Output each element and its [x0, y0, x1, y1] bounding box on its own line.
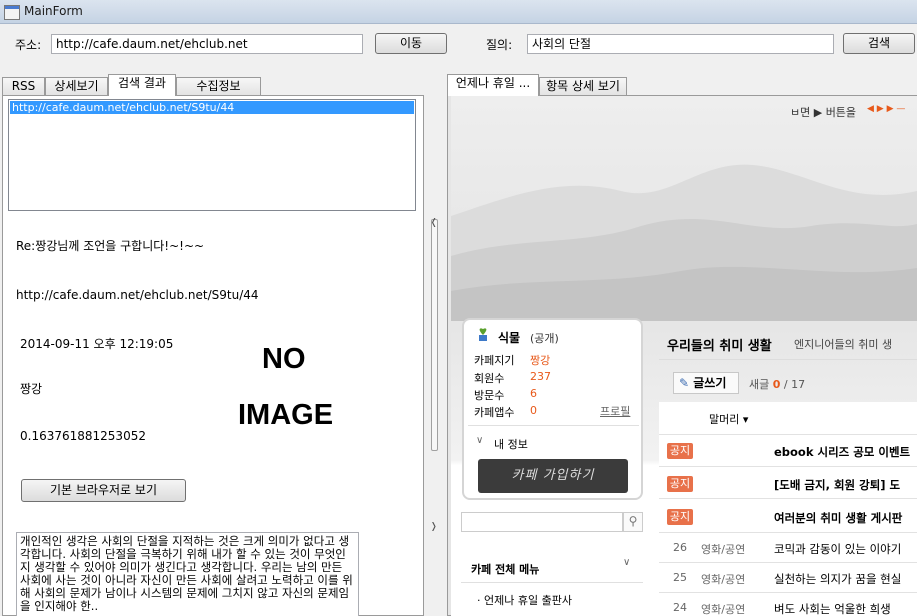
members-value: 237	[530, 370, 551, 383]
title-bar: MainForm	[0, 0, 917, 24]
profile-link[interactable]: 프로필	[600, 403, 630, 419]
web-browser-view[interactable]: ㅂ면 ▶ 버튼을 ◀ ▶ ▶ — 식물 (공개) 카페지기 짱강 회원수 237…	[451, 96, 917, 616]
post-category: 영화/공연	[701, 573, 746, 586]
divider	[468, 425, 639, 426]
post-title[interactable]: 여러분의 취미 생활 게시판	[774, 510, 902, 526]
list-item[interactable]: http://cafe.daum.net/ehclub.net/S9tu/44	[10, 101, 414, 114]
table-row[interactable]: 26 영화/공연 코믹과 감동이 있는 이야기	[659, 532, 917, 563]
post-number: 25	[673, 571, 687, 584]
apps-value: 0	[530, 404, 537, 417]
notice-badge: 공지	[667, 509, 693, 525]
post-title[interactable]: 코믹과 감동이 있는 이야기	[774, 541, 901, 557]
splitter-handle[interactable]	[431, 219, 438, 451]
post-number: 24	[673, 601, 687, 614]
detail-title: Re:짱강님께 조언을 구합니다!~!~~	[16, 239, 205, 253]
new-posts-label: 새글	[749, 378, 770, 391]
pencil-icon: ✎	[679, 376, 690, 390]
tab-search-results[interactable]: 검색 결과	[108, 74, 176, 96]
mountain-backdrop	[451, 164, 917, 321]
menu-title: 카페 전체 메뉴	[471, 563, 540, 576]
board-table-header: 말머리 ▾	[659, 402, 917, 434]
post-category: 영화/공연	[701, 603, 746, 616]
menu-item-label: 언제나 휴일 출판사	[484, 594, 572, 607]
table-row[interactable]: 25 영화/공연 실천하는 의지가 꿈을 현실	[659, 562, 917, 593]
join-cafe-button[interactable]: 카페 가입하기	[478, 459, 628, 493]
members-label: 회원수	[474, 372, 505, 385]
table-row[interactable]: 24 영화/공연 벼도 사회는 억울한 희생	[659, 592, 917, 616]
post-title[interactable]: ebook 시리즈 공모 이벤트	[774, 444, 910, 460]
apps-label: 카페앱수	[474, 406, 515, 419]
total-posts-value: / 17	[783, 378, 806, 391]
window-title: MainForm	[24, 4, 83, 18]
tab-rss[interactable]: RSS	[2, 77, 45, 95]
tab-detail[interactable]: 상세보기	[45, 77, 108, 95]
board-table: 공지 ebook 시리즈 공모 이벤트 공지 [도배 금지, 회원 강퇴] 도 …	[659, 434, 917, 616]
cafe-search-input[interactable]	[461, 512, 623, 532]
slideshow-controls-icon[interactable]: ◀ ▶ ▶ —	[867, 104, 905, 114]
tab-web-page[interactable]: 언제나 휴일 ...	[447, 74, 539, 96]
no-image-text-2: IMAGE	[238, 399, 334, 431]
manager-label: 카페지기	[474, 354, 515, 367]
post-title[interactable]: 벼도 사회는 억울한 희생	[774, 601, 891, 616]
description-textbox[interactable]: 개인적인 생각은 사회의 단절을 지적하는 것은 크게 의미가 없다고 생각합니…	[16, 532, 359, 616]
expand-right-icon[interactable]: ❭	[430, 522, 438, 532]
cafe-info-card: 식물 (공개) 카페지기 짱강 회원수 237 방문수 6 카페앱수 0 프로필…	[462, 318, 643, 500]
header-category[interactable]: 말머리 ▾	[709, 411, 748, 427]
menu-item[interactable]: · 언제나 휴일 출판사	[477, 592, 572, 608]
post-title[interactable]: 실천하는 의지가 꿈을 현실	[774, 571, 901, 587]
query-label: 질의:	[486, 38, 513, 52]
address-input[interactable]: http://cafe.daum.net/ehclub.net	[51, 34, 363, 54]
plant-icon	[476, 326, 490, 342]
notice-badge: 공지	[667, 443, 693, 459]
detail-date: 2014-09-11 오후 12:19:05	[20, 337, 174, 351]
board-title: 우리들의 취미 생활	[667, 339, 772, 354]
notice-badge: 공지	[667, 476, 693, 492]
tab-collection-info[interactable]: 수집정보	[176, 77, 261, 95]
open-browser-button[interactable]: 기본 브라우저로 보기	[21, 479, 186, 502]
write-post-button[interactable]: ✎ 글쓰기	[673, 372, 739, 394]
search-icon[interactable]: ⚲	[623, 512, 643, 532]
collapse-left-icon[interactable]: ❬	[430, 218, 438, 228]
go-button[interactable]: 이동	[375, 33, 447, 54]
cafe-visibility: (공개)	[530, 332, 559, 345]
no-image-text-1: NO	[262, 343, 306, 375]
post-title[interactable]: [도배 금지, 회원 강퇴] 도	[774, 477, 900, 493]
post-number: 26	[673, 541, 687, 554]
my-info-link[interactable]: 내 정보	[494, 436, 528, 452]
app-icon	[4, 5, 20, 20]
cafe-name[interactable]: 식물	[498, 329, 520, 346]
menu-divider	[461, 582, 643, 583]
visits-value: 6	[530, 387, 537, 400]
slideshow-hint: ㅂ면 ▶ 버튼을	[790, 106, 857, 119]
results-list[interactable]: http://cafe.daum.net/ehclub.net/S9tu/44	[8, 99, 416, 211]
search-button[interactable]: 검색	[843, 33, 915, 54]
visits-label: 방문수	[474, 389, 505, 402]
tab-item-detail[interactable]: 항목 상세 보기	[539, 77, 627, 95]
board-divider	[659, 359, 917, 360]
menu-collapse-icon[interactable]: ∨	[623, 557, 630, 568]
splitter[interactable]: ❬ ❭	[427, 74, 440, 616]
chevron-down-icon[interactable]: ∨	[476, 435, 483, 446]
new-posts-value: 0	[772, 378, 781, 391]
write-post-label: 글쓰기	[693, 376, 727, 390]
new-post-count: 새글 0 / 17	[749, 376, 805, 392]
detail-author: 짱강	[20, 382, 43, 396]
manager-value[interactable]: 짱강	[530, 352, 550, 368]
detail-score: 0.163761881253052	[20, 429, 146, 443]
table-row[interactable]: 공지 [도배 금지, 회원 강퇴] 도	[659, 466, 917, 499]
address-label: 주소:	[15, 38, 42, 52]
post-category: 영화/공연	[701, 543, 746, 556]
table-row[interactable]: 공지 여러분의 취미 생활 게시판	[659, 498, 917, 531]
board-subtitle: 엔지니어들의 취미 생	[794, 338, 893, 351]
table-row[interactable]: 공지 ebook 시리즈 공모 이벤트	[659, 434, 917, 467]
query-input[interactable]: 사회의 단절	[527, 34, 834, 54]
detail-url: http://cafe.daum.net/ehclub.net/S9tu/44	[16, 288, 259, 302]
